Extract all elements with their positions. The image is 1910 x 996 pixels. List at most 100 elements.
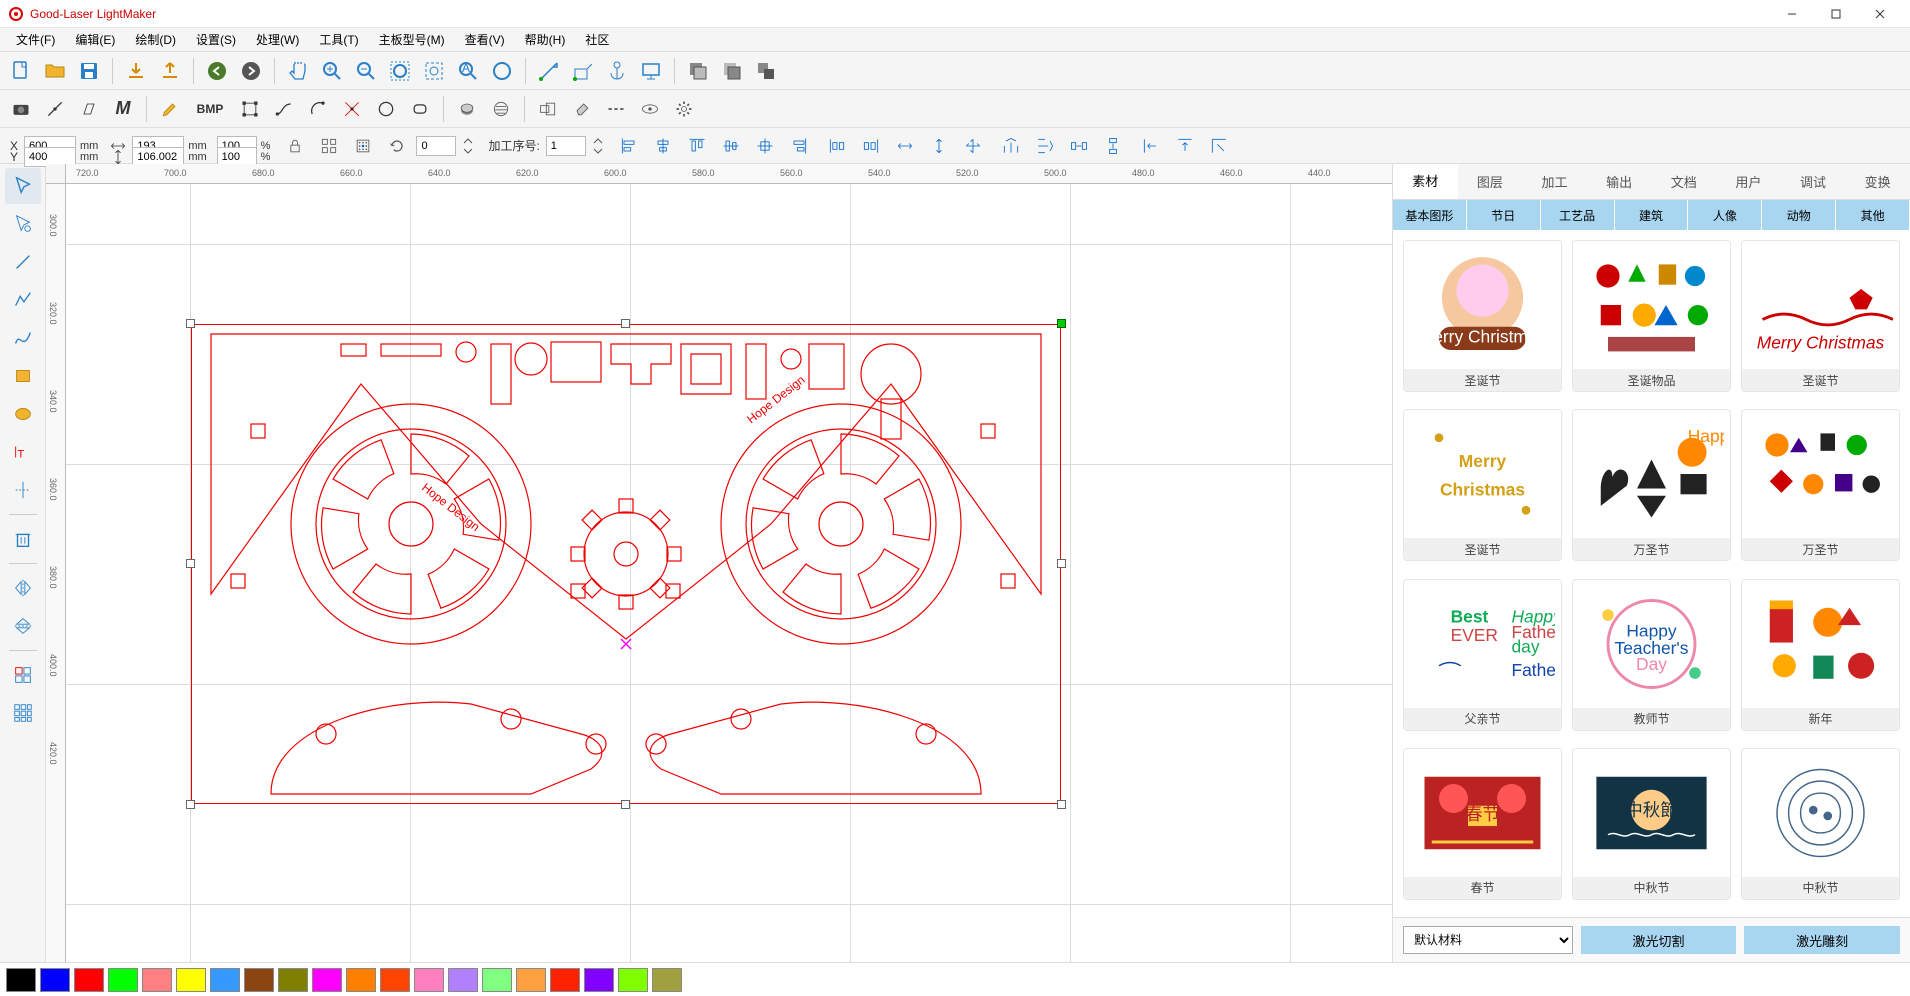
subcat-portrait[interactable]: 人像 [1688,200,1762,230]
tab-debug[interactable]: 调试 [1781,164,1846,199]
library-item[interactable]: BestEVERHappyFather'sdayFather's父亲节 [1403,579,1562,731]
subcat-building[interactable]: 建筑 [1615,200,1689,230]
arc-button[interactable] [303,94,333,124]
text-tool-button[interactable]: M [108,94,138,124]
same-width-button[interactable] [890,131,920,161]
library-item[interactable]: 春节春节 [1403,748,1562,900]
menu-settings[interactable]: 设置(S) [186,28,246,51]
library-item[interactable]: Happy万圣节 [1572,409,1731,561]
overlay2-button[interactable] [717,56,747,86]
color-swatch[interactable] [414,968,444,992]
menu-help[interactable]: 帮助(H) [515,28,576,51]
zoom-fit-button[interactable] [385,56,415,86]
curve-tool[interactable] [5,320,41,356]
library-item[interactable]: HappyTeacher'sDay教师节 [1572,579,1731,731]
material-select[interactable]: 默认材料 [1403,926,1573,954]
canvas-area[interactable]: 720.0 700.0 680.0 660.0 640.0 620.0 600.… [46,164,1392,962]
intersection-button[interactable] [337,94,367,124]
zoom-out-button[interactable] [351,56,381,86]
redo-button[interactable] [236,56,266,86]
hatch-button[interactable] [486,94,516,124]
color-swatch[interactable] [40,968,70,992]
settings-gear-button[interactable] [669,94,699,124]
color-swatch[interactable] [618,968,648,992]
rot-spin-icon[interactable] [460,131,476,161]
dist-h-button[interactable] [996,131,1026,161]
pen-button[interactable] [155,94,185,124]
rotate-button[interactable] [382,131,412,161]
library-item[interactable]: 中秋节 [1741,748,1900,900]
curve-button[interactable] [269,94,299,124]
tab-user[interactable]: 用户 [1716,164,1781,199]
maximize-button[interactable] [1814,0,1858,28]
color-swatch[interactable] [380,968,410,992]
bounding-box-button[interactable] [235,94,265,124]
align-page-top-button[interactable] [1170,131,1200,161]
close-button[interactable] [1858,0,1902,28]
color-swatch[interactable] [108,968,138,992]
array-copy-tool[interactable] [5,657,41,693]
circle-button[interactable] [371,94,401,124]
design-selection[interactable]: Hope Design Hope Design [191,324,1061,804]
save-button[interactable] [74,56,104,86]
menu-community[interactable]: 社区 [575,28,619,51]
new-file-button[interactable] [6,56,36,86]
rot-input[interactable] [416,136,456,156]
select-tool[interactable] [5,168,41,204]
color-swatch[interactable] [550,968,580,992]
zoom-all-button[interactable] [487,56,517,86]
minimize-button[interactable] [1770,0,1814,28]
dist-right-button[interactable] [856,131,886,161]
monitor-button[interactable] [636,56,666,86]
line-edit-button[interactable] [40,94,70,124]
library-item[interactable]: 万圣节 [1741,409,1900,561]
color-swatch[interactable] [142,968,172,992]
eraser-button[interactable] [567,94,597,124]
ellipse-tool[interactable] [5,396,41,432]
color-swatch[interactable] [482,968,512,992]
canvas[interactable]: Hope Design Hope Design [66,184,1392,962]
color-swatch[interactable] [448,968,478,992]
tab-output[interactable]: 输出 [1587,164,1652,199]
align-top-button[interactable] [682,131,712,161]
align-hcenter-button[interactable] [648,131,678,161]
library-item[interactable]: Merry Christmas圣诞节 [1741,240,1900,392]
text-tool[interactable]: T [5,434,41,470]
path-start-button[interactable] [534,56,564,86]
path-direction-button[interactable] [568,56,598,86]
polyline-tool[interactable] [5,282,41,318]
dash-button[interactable] [601,94,631,124]
color-swatch[interactable] [312,968,342,992]
preview-button[interactable] [635,94,665,124]
color-swatch[interactable] [516,968,546,992]
overlay1-button[interactable] [683,56,713,86]
anchor-grid-button[interactable] [348,131,378,161]
color-swatch[interactable] [210,968,240,992]
export-button[interactable] [155,56,185,86]
grid-snap-button[interactable] [314,131,344,161]
skew-button[interactable] [74,94,104,124]
library-item[interactable]: 新年 [1741,579,1900,731]
shadow-button[interactable] [452,94,482,124]
library-item[interactable]: MerryChristmas圣诞节 [1403,409,1562,561]
color-swatch[interactable] [6,968,36,992]
subcat-basic[interactable]: 基本图形 [1393,200,1467,230]
menu-file[interactable]: 文件(F) [6,28,65,51]
lock-aspect-button[interactable] [280,131,310,161]
dist-v-button[interactable] [1030,131,1060,161]
mirror-h-tool[interactable] [5,570,41,606]
menu-draw[interactable]: 绘制(D) [125,28,186,51]
bmp-button[interactable]: BMP [189,94,231,124]
zoom-actual-button[interactable]: A [453,56,483,86]
align-center-button[interactable] [750,131,780,161]
color-swatch[interactable] [74,968,104,992]
undo-button[interactable] [202,56,232,86]
rounded-rect-button[interactable] [405,94,435,124]
align-obj-button[interactable] [533,94,563,124]
color-swatch[interactable] [584,968,614,992]
tab-transform[interactable]: 变换 [1845,164,1910,199]
subcat-animal[interactable]: 动物 [1762,200,1836,230]
line-tool[interactable] [5,244,41,280]
library-item[interactable]: 圣诞物品 [1572,240,1731,392]
tab-process[interactable]: 加工 [1522,164,1587,199]
